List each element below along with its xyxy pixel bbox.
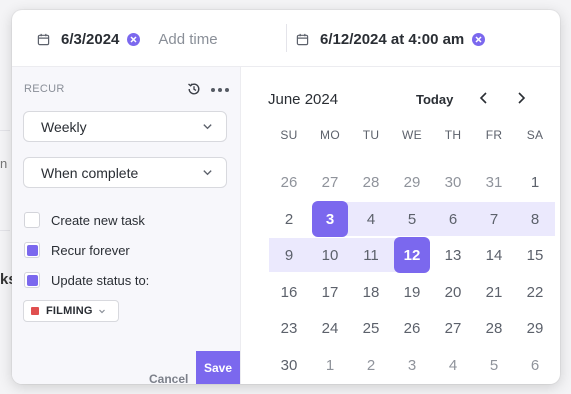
calendar-day[interactable]: 16	[271, 274, 307, 310]
weekday-label: FR	[485, 128, 503, 142]
add-time-button[interactable]: Add time	[158, 31, 217, 48]
weekday-label: TH	[444, 128, 462, 142]
weekday-label: WE	[402, 128, 422, 142]
status-color-dot	[31, 307, 39, 315]
calendar-day[interactable]: 19	[394, 274, 430, 310]
background-divider	[0, 130, 10, 131]
status-select[interactable]: FILMING	[23, 300, 119, 322]
calendar-day[interactable]: 13	[435, 237, 471, 273]
create-new-task-checkbox[interactable]	[24, 212, 40, 228]
calendar-day-start-selected[interactable]: 3	[312, 201, 348, 237]
calendar-day[interactable]: 23	[271, 310, 307, 346]
calendar-day[interactable]: 31	[476, 164, 512, 200]
calendar-day[interactable]: 27	[312, 164, 348, 200]
option-label: Update status to:	[51, 272, 150, 288]
save-button[interactable]: Save	[196, 351, 240, 384]
weekday-label: SA	[526, 128, 544, 142]
clear-start-date-button[interactable]	[127, 32, 141, 46]
weekday-label: TU	[362, 128, 380, 142]
calendar-day[interactable]: 6	[435, 201, 471, 237]
calendar-day[interactable]: 10	[312, 237, 348, 273]
calendar-day[interactable]: 28	[476, 310, 512, 346]
due-date-field[interactable]: 6/12/2024 at 4:00 am	[296, 27, 486, 51]
date-header: 6/3/2024 Add time 6/12/2024 at 4:00 am	[12, 10, 560, 67]
calendar-day-end-selected[interactable]: 12	[394, 237, 430, 273]
calendar-day[interactable]: 29	[517, 310, 553, 346]
start-date-value[interactable]: 6/3/2024	[61, 31, 119, 48]
background-text-fragment: n	[0, 156, 8, 171]
more-options-icon[interactable]	[211, 88, 229, 92]
frequency-value: Weekly	[41, 118, 87, 135]
calendar-day[interactable]: 3	[394, 347, 430, 383]
chevron-left-icon[interactable]	[477, 91, 491, 105]
weekday-label: MO	[320, 128, 340, 142]
calendar-day[interactable]: 4	[353, 201, 389, 237]
status-label: FILMING	[46, 305, 93, 317]
calendar-day[interactable]: 26	[271, 164, 307, 200]
calendar-day[interactable]: 17	[312, 274, 348, 310]
chevron-down-icon	[203, 170, 212, 176]
calendar-day[interactable]: 30	[435, 164, 471, 200]
calendar-day[interactable]: 29	[394, 164, 430, 200]
calendar-day[interactable]: 28	[353, 164, 389, 200]
calendar-day[interactable]: 2	[353, 347, 389, 383]
frequency-select[interactable]: Weekly	[23, 111, 227, 142]
calendar-day[interactable]: 4	[435, 347, 471, 383]
month-title: June 2024	[268, 91, 339, 108]
calendar-day[interactable]: 21	[476, 274, 512, 310]
chevron-right-icon[interactable]	[514, 91, 528, 105]
option-label: Create new task	[51, 212, 145, 228]
option-create-new-task[interactable]: Create new task	[24, 212, 145, 228]
date-picker-popup: 6/3/2024 Add time 6/12/2024 at 4:00 am R…	[12, 10, 560, 384]
calendar-day[interactable]: 5	[476, 347, 512, 383]
calendar-icon	[37, 33, 50, 45]
option-label: Recur forever	[51, 242, 130, 258]
calendar-day[interactable]: 7	[476, 201, 512, 237]
option-update-status[interactable]: Update status to:	[24, 272, 149, 288]
calendar-day[interactable]: 20	[435, 274, 471, 310]
chevron-down-icon	[203, 124, 212, 130]
recur-panel: RECUR Weekly When complete Create new ta…	[12, 67, 241, 384]
calendar-day[interactable]: 25	[353, 310, 389, 346]
calendar-icon	[296, 33, 309, 45]
trigger-select[interactable]: When complete	[23, 157, 227, 188]
calendar-day[interactable]: 14	[476, 237, 512, 273]
cancel-button[interactable]: Cancel	[149, 372, 188, 384]
weekday-label: SU	[280, 128, 298, 142]
background-divider	[0, 230, 10, 231]
calendar: June 2024 Today SU MO TU WE TH FR SA 26 27 28 29 3…	[241, 67, 560, 384]
due-date-value[interactable]: 6/12/2024 at 4:00 am	[320, 31, 464, 48]
recur-forever-checkbox[interactable]	[24, 242, 40, 258]
calendar-day[interactable]: 18	[353, 274, 389, 310]
calendar-day[interactable]: 11	[353, 237, 389, 273]
calendar-day[interactable]: 24	[312, 310, 348, 346]
history-icon[interactable]	[187, 82, 201, 96]
calendar-day[interactable]: 1	[517, 164, 553, 200]
calendar-day[interactable]: 1	[312, 347, 348, 383]
calendar-day[interactable]: 26	[394, 310, 430, 346]
calendar-day[interactable]: 27	[435, 310, 471, 346]
calendar-day[interactable]: 5	[394, 201, 430, 237]
update-status-checkbox[interactable]	[24, 272, 40, 288]
start-date-field[interactable]: 6/3/2024 Add time	[37, 27, 218, 51]
close-icon	[130, 35, 137, 43]
close-icon	[475, 35, 482, 43]
header-divider	[286, 24, 287, 52]
clear-due-date-button[interactable]	[472, 32, 486, 46]
option-recur-forever[interactable]: Recur forever	[24, 242, 130, 258]
calendar-day[interactable]: 30	[271, 347, 307, 383]
calendar-day[interactable]: 6	[517, 347, 553, 383]
chevron-down-icon	[98, 309, 105, 314]
calendar-day[interactable]: 22	[517, 274, 553, 310]
calendar-day[interactable]: 15	[517, 237, 553, 273]
calendar-day[interactable]: 9	[271, 237, 307, 273]
recur-label: RECUR	[24, 83, 65, 95]
today-button[interactable]: Today	[416, 92, 453, 107]
calendar-day[interactable]: 2	[271, 201, 307, 237]
trigger-value: When complete	[41, 164, 139, 181]
calendar-day[interactable]: 8	[517, 201, 553, 237]
